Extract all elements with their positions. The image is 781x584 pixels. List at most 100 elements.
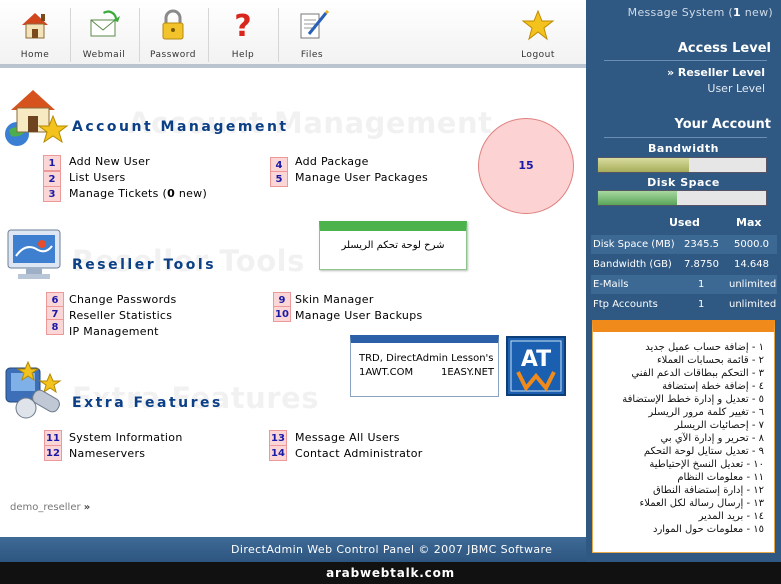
list-item: ١٤ - بريد المدير	[698, 511, 764, 522]
ticket-count: 0	[167, 187, 176, 200]
reseller-level-link[interactable]: » Reseller Level	[667, 66, 765, 79]
manage-user-packages-link[interactable]: Manage User Packages	[295, 171, 428, 184]
account-management-icon	[5, 90, 69, 146]
table-row: Disk Space (MB) 2345.5 5000.0	[591, 235, 777, 255]
webmail-label: Webmail	[82, 50, 126, 60]
list-item: ٤ - إضافة خطة إستضافة	[662, 381, 764, 392]
message-system-suffix: new)	[740, 6, 773, 19]
ip-management-link[interactable]: IP Management	[69, 325, 159, 338]
bandwidth-bar-fill	[598, 158, 689, 172]
usage-table: Used Max Disk Space (MB) 2345.5 5000.0 B…	[591, 212, 777, 315]
manage-user-backups-link[interactable]: Manage User Backups	[295, 309, 423, 322]
message-count: 1	[733, 6, 741, 19]
trd-site-1: 1AWT.COM	[359, 367, 414, 378]
usage-table-header: Used Max	[591, 212, 777, 235]
row-label: Ftp Accounts	[593, 299, 658, 310]
contact-administrator-link[interactable]: Contact Administrator	[295, 447, 423, 460]
reseller-tools-icon	[7, 229, 61, 279]
logout-label: Logout	[521, 50, 555, 60]
list-item: ٢ - قائمة بحسابات العملاء	[656, 355, 764, 366]
row-used: 1	[698, 279, 705, 290]
max-column-header: Max	[736, 216, 762, 229]
list-item: ٥ - تعديل و إدارة خطط الإستضافة	[622, 394, 764, 405]
disk-space-bar-fill	[598, 191, 677, 205]
table-row: Ftp Accounts 1 unlimited	[591, 295, 777, 315]
list-item: ١٣ - إرسال رسالة لكل العملاء	[639, 498, 764, 509]
your-account-heading: Your Account	[674, 117, 771, 132]
webmail-icon	[90, 10, 120, 37]
change-passwords-link[interactable]: Change Passwords	[69, 293, 177, 306]
access-level-heading: Access Level	[677, 41, 771, 56]
manage-tickets-label: Manage Tickets (	[69, 187, 168, 200]
star-icon	[521, 9, 555, 41]
list-item: ٩ - تعديل ستايل لوحة التحكم	[643, 446, 764, 457]
top-toolbar: Home Webmail Password ? Help Files Logou…	[0, 0, 586, 68]
logout-button[interactable]: Logout	[505, 6, 571, 64]
watermark-bar: arabwebtalk.com	[0, 562, 781, 584]
number-badge-12: 12	[44, 445, 62, 461]
user-level-link[interactable]: User Level	[707, 82, 765, 95]
row-used: 2345.5	[684, 239, 719, 250]
skin-manager-link[interactable]: Skin Manager	[295, 293, 374, 306]
number-badge-14: 14	[269, 445, 287, 461]
files-label: Files	[300, 50, 324, 60]
number-badge-3: 3	[43, 186, 61, 202]
account-management-title: Account Management	[72, 119, 289, 135]
extra-features-title: Extra Features	[72, 395, 223, 411]
footer-copyright: DirectAdmin Web Control Panel © 2007 JBM…	[231, 543, 553, 556]
at-logo: AT	[506, 336, 566, 396]
number-badge-8: 8	[46, 319, 64, 335]
manage-tickets-link[interactable]: Manage Tickets (0 new)	[69, 187, 207, 200]
system-information-link[interactable]: System Information	[69, 431, 183, 444]
arabic-legend-box: ١ - إضافة حساب عميل جديد ٢ - قائمة بحساب…	[592, 320, 775, 553]
right-panel: Message System (1 new) Access Level » Re…	[586, 0, 781, 562]
row-label: Disk Space (MB)	[593, 239, 675, 250]
reseller-statistics-link[interactable]: Reseller Statistics	[69, 309, 172, 322]
list-item: ٨ - تحرير و إدارة الآي بي	[660, 433, 764, 444]
message-system-link[interactable]: Message System (1 new)	[628, 6, 773, 19]
number-badge-15: 15	[478, 118, 574, 214]
row-label: Bandwidth (GB)	[593, 259, 672, 270]
add-new-user-link[interactable]: Add New User	[69, 155, 150, 168]
add-package-link[interactable]: Add Package	[295, 155, 369, 168]
home-icon	[22, 13, 48, 39]
question-mark-icon: ?	[234, 9, 251, 42]
row-max: 5000.0	[734, 239, 769, 250]
message-system-label: Message System (	[627, 6, 733, 19]
password-button[interactable]: Password	[140, 6, 206, 64]
trd-lessons-box[interactable]: TRD, DirectAdmin Lesson's 1AWT.COM 1EASY.…	[350, 335, 499, 397]
nameservers-link[interactable]: Nameservers	[69, 447, 145, 460]
list-item: ٧ - إحصائيات الريسلر	[674, 420, 764, 431]
list-users-link[interactable]: List Users	[69, 171, 126, 184]
list-item: ٣ - التحكم ببطاقات الدعم الفني	[631, 368, 764, 379]
list-item: ٦ - تغيير كلمة مرور الريسلر	[648, 407, 764, 418]
chevron-right-icon: »	[83, 502, 91, 513]
current-user-breadcrumb[interactable]: demo_reseller »	[10, 502, 90, 513]
files-button[interactable]: Files	[279, 6, 345, 64]
reseller-explanation-box[interactable]: شرح لوحة تحكم الريسلر	[319, 221, 467, 270]
message-all-users-link[interactable]: Message All Users	[295, 431, 400, 444]
arabic-legend-list: ١ - إضافة حساب عميل جديد ٢ - قائمة بحساب…	[622, 341, 764, 536]
help-button[interactable]: ? Help	[210, 6, 276, 64]
number-badge-10: 10	[273, 306, 291, 322]
watermark-text: arabwebtalk.com	[326, 566, 455, 580]
home-button[interactable]: Home	[2, 6, 68, 64]
row-used: 7.8750	[684, 259, 719, 270]
number-badge-13: 13	[269, 430, 287, 446]
footer: DirectAdmin Web Control Panel © 2007 JBM…	[0, 537, 586, 562]
reseller-tools-title: Reseller Tools	[72, 257, 217, 273]
help-label: Help	[231, 50, 255, 60]
row-max: unlimited	[729, 279, 777, 290]
trd-lessons-title: TRD, DirectAdmin Lesson's	[359, 353, 494, 364]
number-badge-11: 11	[44, 430, 62, 446]
lock-icon	[162, 9, 184, 40]
trd-site-2: 1EASY.NET	[441, 367, 495, 378]
reseller-explanation-text: شرح لوحة تحكم الريسلر	[341, 240, 445, 251]
list-item: ١٠ - تعديل النسخ الإحتياطية	[649, 459, 764, 470]
files-icon	[300, 9, 329, 39]
at-logo-icon: AT	[510, 340, 562, 392]
svg-text:?: ?	[234, 9, 251, 42]
table-row: Bandwidth (GB) 7.8750 14.648	[591, 255, 777, 275]
webmail-button[interactable]: Webmail	[71, 6, 137, 64]
svg-text:AT: AT	[521, 347, 551, 372]
